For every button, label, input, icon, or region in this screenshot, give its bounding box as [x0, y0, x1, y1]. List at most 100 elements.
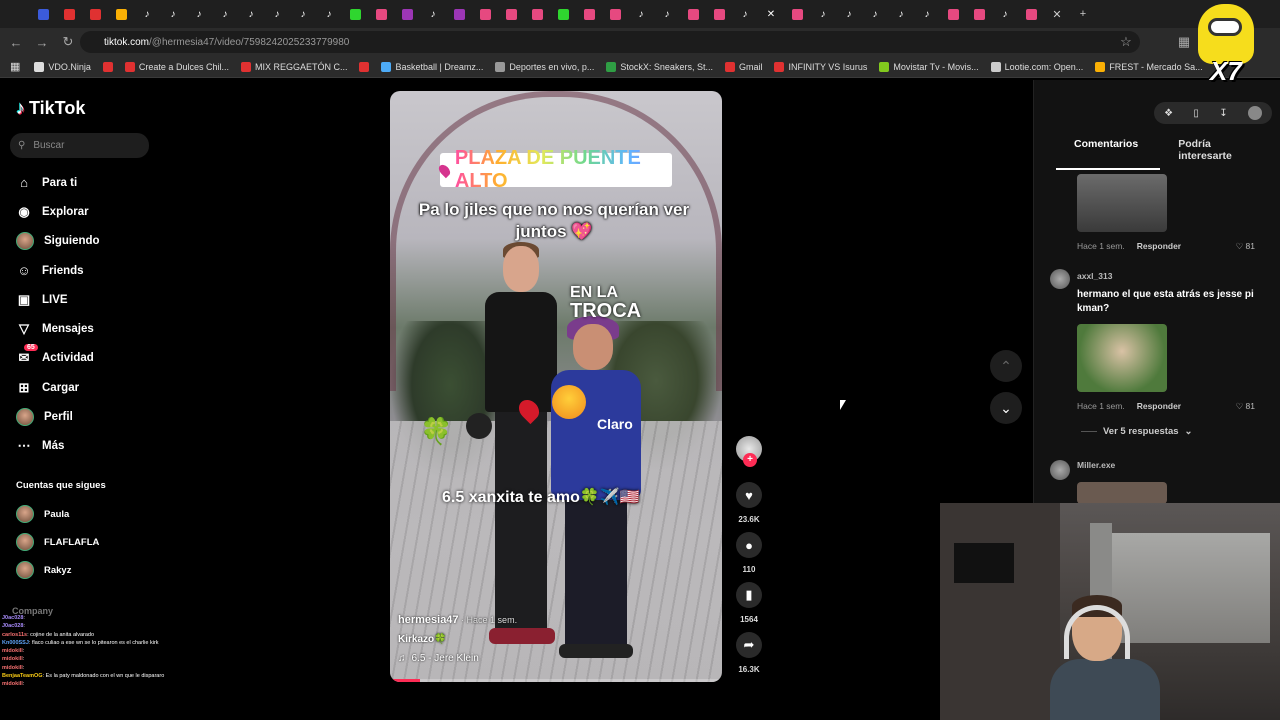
browser-tab[interactable]: ♪ [810, 0, 836, 28]
sidebar-item-más[interactable]: ⋯ Más [16, 432, 100, 461]
browser-tab[interactable] [576, 0, 602, 28]
browser-tab[interactable] [550, 0, 576, 28]
bookmark-item[interactable]: Lootie.com: Open... [990, 61, 1083, 72]
heart-icon[interactable]: ♥ [736, 482, 762, 508]
following-item[interactable]: Rakyz [16, 556, 99, 584]
tab-comments[interactable]: Comentarios [1056, 136, 1161, 170]
browser-tab[interactable] [1018, 0, 1044, 28]
browser-tab[interactable]: ♪ [264, 0, 290, 28]
sidebar-item-siguiendo[interactable]: Siguiendo [16, 227, 100, 256]
avatar[interactable] [1050, 269, 1070, 289]
browser-tab[interactable]: ♪ [888, 0, 914, 28]
browser-tab[interactable]: ♪ [238, 0, 264, 28]
bookmark-item[interactable] [359, 61, 370, 72]
browser-tab[interactable] [82, 0, 108, 28]
browser-tab[interactable]: ♪ [420, 0, 446, 28]
video-author[interactable]: hermesia47 [398, 614, 459, 626]
browser-tab[interactable] [368, 0, 394, 28]
sidebar-item-mensajes[interactable]: ▽ Mensajes [16, 314, 100, 343]
creator-avatar[interactable]: + [736, 436, 762, 467]
sidebar-item-cargar[interactable]: ⊞ Cargar [16, 373, 100, 402]
browser-tab[interactable] [940, 0, 966, 28]
browser-tab[interactable]: ♪ [836, 0, 862, 28]
bookmark-item[interactable]: Deportes en vivo, p... [495, 61, 594, 72]
comment-user[interactable]: Miller.exe [1077, 460, 1115, 470]
bookmark-item[interactable]: StockX: Sneakers, St... [606, 61, 713, 72]
bookmark-item[interactable]: Basketball | Dreamz... [381, 61, 483, 72]
browser-tab[interactable] [108, 0, 134, 28]
bookmark-item[interactable]: VDO.Ninja [34, 61, 91, 72]
forward-icon[interactable]: → [30, 30, 54, 54]
close-tab-icon[interactable]: ✕ [1044, 0, 1070, 28]
comment-icon[interactable]: ● [736, 532, 762, 558]
address-bar[interactable]: tiktok.com/@hermesia47/video/75982420252… [80, 31, 1140, 53]
reload-icon[interactable]: ↻ [56, 30, 80, 54]
follow-plus-icon[interactable]: + [743, 453, 757, 467]
browser-tab[interactable]: ♪ [134, 0, 160, 28]
previous-video-button[interactable]: ⌃ [990, 350, 1022, 382]
comment-image[interactable] [1077, 482, 1167, 504]
browser-tab[interactable] [706, 0, 732, 28]
reply-button[interactable]: Responder [1137, 241, 1181, 252]
browser-tab[interactable]: ♪ [316, 0, 342, 28]
browser-tab[interactable]: ♪ [186, 0, 212, 28]
star-icon[interactable]: ☆ [1114, 30, 1138, 54]
browser-tab[interactable]: ♪ [732, 0, 758, 28]
following-item[interactable]: FLAFLAFLA [16, 528, 99, 556]
phone-icon[interactable]: ▯ [1193, 108, 1199, 119]
video-player[interactable]: Claro PLAZA DE PUENTE ALTO Pa lo jiles q… [390, 91, 722, 682]
browser-tab[interactable] [472, 0, 498, 28]
browser-tab[interactable] [30, 0, 56, 28]
browser-tab[interactable] [342, 0, 368, 28]
avatar[interactable] [1247, 106, 1262, 120]
browser-tab[interactable] [394, 0, 420, 28]
tab-suggested[interactable]: Podría interesarte [1160, 136, 1280, 170]
sidebar-item-friends[interactable]: ☺ Friends [16, 256, 100, 285]
bookmark-item[interactable]: FREST - Mercado Sa... [1095, 61, 1203, 72]
comment-user[interactable]: axxl_313 [1077, 271, 1112, 281]
comment-image[interactable] [1077, 324, 1167, 392]
reply-button[interactable]: Responder [1137, 401, 1181, 412]
bookmark-item[interactable]: INFINITY VS Isurus [774, 61, 867, 72]
following-item[interactable]: Paula [16, 500, 99, 528]
compass-icon[interactable]: ❖ [1164, 108, 1173, 119]
browser-tab[interactable] [524, 0, 550, 28]
search-input[interactable]: ⚲ Buscar [10, 133, 149, 158]
browser-tab[interactable] [56, 0, 82, 28]
bookmark-icon[interactable]: ▮ [736, 582, 762, 608]
browser-tab[interactable]: ♪ [862, 0, 888, 28]
next-video-button[interactable]: ⌄ [990, 392, 1022, 424]
new-tab-icon[interactable]: + [1070, 0, 1096, 28]
sidebar-item-perfil[interactable]: Perfil [16, 402, 100, 431]
bookmark-item[interactable]: MIX REGGAETÓN C... [240, 61, 347, 72]
bookmark-item[interactable]: Movistar Tv - Movis... [879, 61, 979, 72]
browser-tab[interactable] [602, 0, 628, 28]
browser-tab[interactable] [680, 0, 706, 28]
comment-likes[interactable]: ♡ 81 [1236, 241, 1255, 252]
browser-tab[interactable]: ♪ [992, 0, 1018, 28]
share-icon[interactable]: ➦ [736, 632, 762, 658]
view-replies-button[interactable]: Ver 5 respuestas ⌄ [1081, 426, 1193, 437]
video-progress-bar[interactable] [390, 679, 722, 682]
tiktok-logo[interactable]: ♪ TikTok [16, 98, 85, 119]
bookmark-item[interactable] [102, 61, 113, 72]
comment-likes[interactable]: ♡ 81 [1236, 401, 1255, 412]
browser-tab[interactable] [784, 0, 810, 28]
apps-icon[interactable]: ▦ [10, 60, 20, 73]
bookmark-item[interactable]: Create a Dulces Chil... [124, 61, 229, 72]
browser-tab[interactable]: ♪ [160, 0, 186, 28]
sidebar-item-actividad[interactable]: ✉ 65 Actividad [16, 343, 100, 373]
sidebar-item-para-ti[interactable]: ⌂ Para ti [16, 168, 100, 197]
browser-tab[interactable]: ♪ [212, 0, 238, 28]
browser-tab[interactable] [446, 0, 472, 28]
browser-tab[interactable]: ♪ [628, 0, 654, 28]
bookmark-item[interactable]: Gmail [724, 61, 762, 72]
download-icon[interactable]: ↧ [1219, 108, 1227, 119]
avatar[interactable] [1050, 460, 1070, 480]
browser-tab[interactable]: ♪ [914, 0, 940, 28]
browser-tab[interactable] [498, 0, 524, 28]
browser-tab[interactable]: ♪ [290, 0, 316, 28]
comment-image[interactable] [1077, 174, 1167, 232]
sidebar-item-live[interactable]: ▣ LIVE [16, 285, 100, 314]
browser-tab[interactable] [966, 0, 992, 28]
